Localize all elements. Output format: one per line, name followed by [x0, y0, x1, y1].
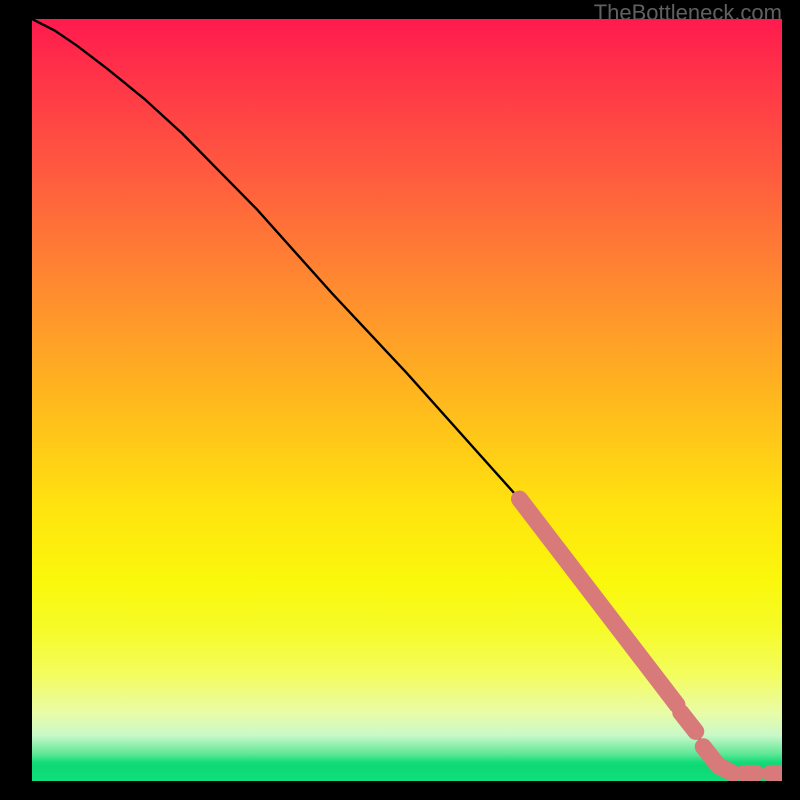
chart-frame: TheBottleneck.com: [0, 0, 800, 800]
watermark-text: TheBottleneck.com: [594, 0, 782, 26]
bottleneck-curve: [32, 19, 782, 773]
curve-layer: [32, 19, 782, 781]
marker-segments: [520, 499, 783, 773]
plot-area: [32, 19, 782, 781]
marker-seg-3: [718, 766, 733, 774]
marker-seg-0: [520, 499, 678, 705]
marker-seg-1: [681, 712, 696, 731]
curve-line: [32, 19, 782, 773]
